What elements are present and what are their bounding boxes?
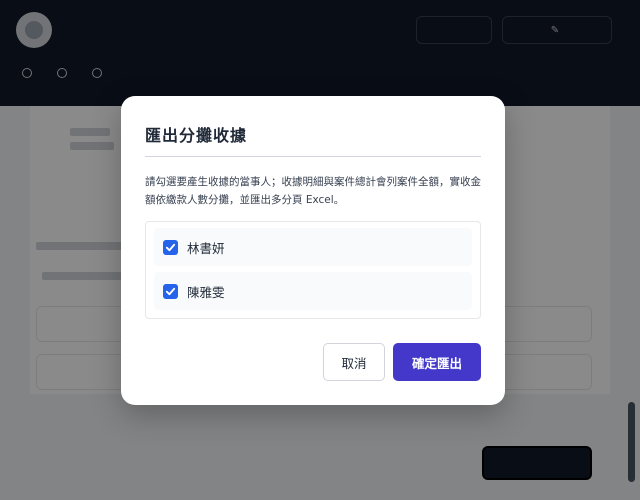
recipient-name: 林書妍 <box>187 240 225 256</box>
recipient-item[interactable]: 陳雅雯 <box>154 272 472 310</box>
recipient-list: 林書妍 陳雅雯 <box>145 221 481 319</box>
dialog-title: 匯出分攤收據 <box>145 126 248 145</box>
recipient-item[interactable]: 林書妍 <box>154 228 472 266</box>
dialog-description: 請勾選要產生收據的當事人；收據明細與案件總計會列案件全額，實收金額依繳款人數分攤… <box>145 176 481 206</box>
cancel-button[interactable]: 取消 <box>323 343 385 381</box>
export-receipts-dialog: 匯出分攤收據 請勾選要產生收據的當事人；收據明細與案件總計會列案件全額，實收金額… <box>121 96 505 405</box>
recipient-name: 陳雅雯 <box>187 284 225 300</box>
confirm-export-button[interactable]: 確定匯出 <box>393 343 481 381</box>
title-divider <box>145 156 481 157</box>
checkbox-checked-icon[interactable] <box>163 239 178 255</box>
checkbox-checked-icon[interactable] <box>163 283 178 299</box>
